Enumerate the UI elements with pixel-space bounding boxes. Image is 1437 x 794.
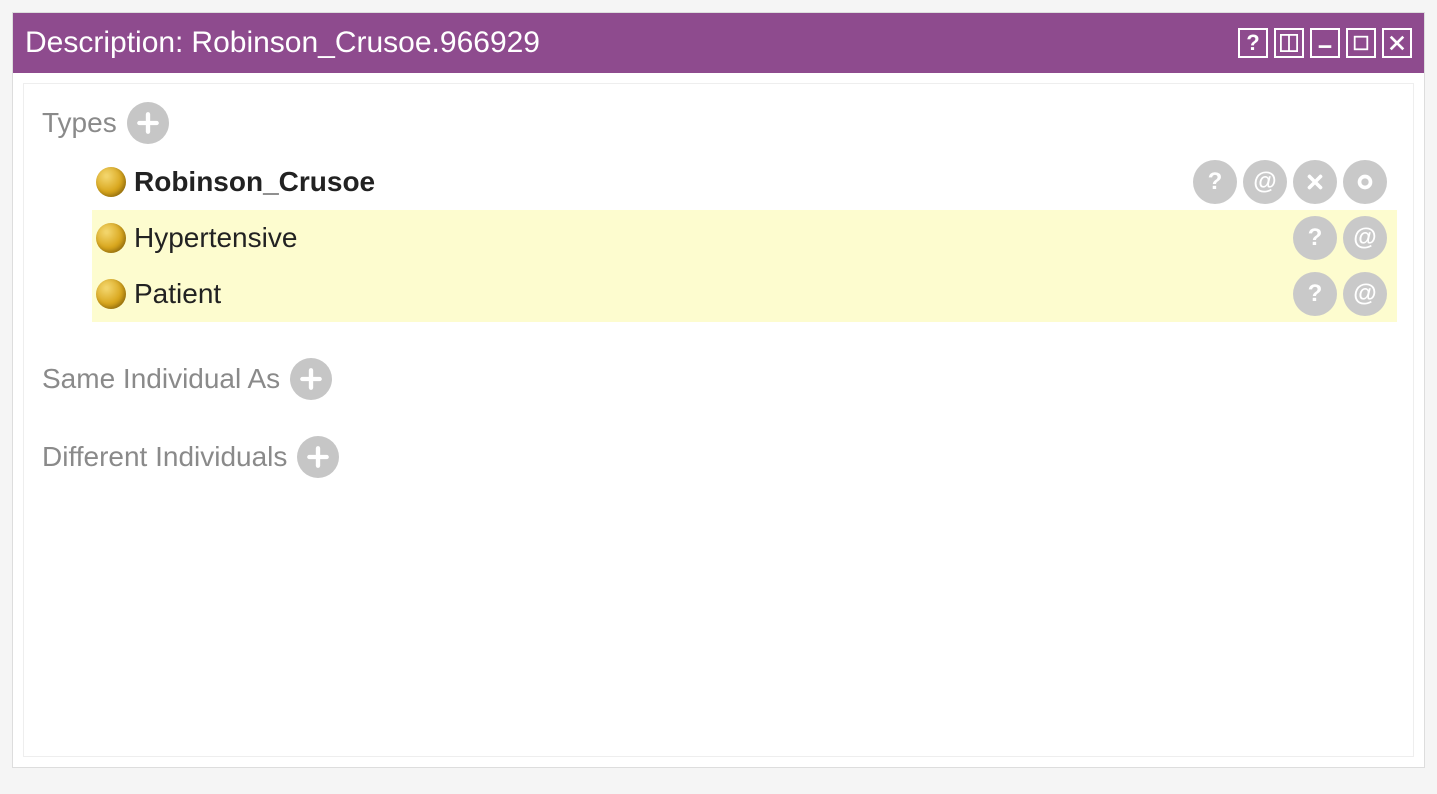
window-title: Description: Robinson_Crusoe.966929 bbox=[25, 26, 540, 60]
question-icon: ? bbox=[1246, 32, 1259, 54]
question-icon: ? bbox=[1308, 224, 1323, 252]
maximize-button[interactable] bbox=[1346, 28, 1376, 58]
split-icon bbox=[1280, 34, 1298, 52]
types-list: Robinson_Crusoe?@Hypertensive?@Patient?@ bbox=[92, 154, 1397, 322]
at-icon: @ bbox=[1353, 280, 1376, 308]
types-label: Types bbox=[42, 107, 117, 139]
annotations-button[interactable]: @ bbox=[1343, 216, 1387, 260]
same-individual-section-header: Same Individual As bbox=[42, 358, 1401, 400]
type-name: Robinson_Crusoe bbox=[134, 166, 375, 198]
description-panel: Description: Robinson_Crusoe.966929 ? bbox=[12, 12, 1425, 768]
window-controls: ? bbox=[1238, 28, 1412, 58]
at-icon: @ bbox=[1253, 168, 1276, 196]
x-icon bbox=[1304, 171, 1326, 193]
row-actions: ?@ bbox=[1293, 272, 1387, 316]
title-entity: Robinson_Crusoe.966929 bbox=[191, 26, 540, 60]
same-individual-label: Same Individual As bbox=[42, 363, 280, 395]
delete-button[interactable] bbox=[1293, 160, 1337, 204]
split-view-button[interactable] bbox=[1274, 28, 1304, 58]
class-icon bbox=[96, 279, 126, 309]
explain-button[interactable]: ? bbox=[1193, 160, 1237, 204]
row-actions: ?@ bbox=[1193, 160, 1387, 204]
content-area: Types Robinson_Crusoe?@Hypertensive?@Pat… bbox=[23, 83, 1414, 757]
explain-button[interactable]: ? bbox=[1293, 216, 1337, 260]
type-name: Patient bbox=[134, 278, 221, 310]
different-individuals-section-header: Different Individuals bbox=[42, 436, 1401, 478]
target-button[interactable] bbox=[1343, 160, 1387, 204]
close-button[interactable] bbox=[1382, 28, 1412, 58]
at-icon: @ bbox=[1353, 224, 1376, 252]
title-prefix: Description: bbox=[25, 26, 183, 60]
different-individuals-label: Different Individuals bbox=[42, 441, 287, 473]
add-different-individuals-button[interactable] bbox=[297, 436, 339, 478]
type-name: Hypertensive bbox=[134, 222, 297, 254]
type-row[interactable]: Patient?@ bbox=[92, 266, 1397, 322]
ring-icon bbox=[1354, 171, 1376, 193]
add-same-individual-button[interactable] bbox=[290, 358, 332, 400]
close-icon bbox=[1388, 34, 1406, 52]
class-icon bbox=[96, 223, 126, 253]
maximize-icon bbox=[1352, 34, 1370, 52]
explain-button[interactable]: ? bbox=[1293, 272, 1337, 316]
plus-icon bbox=[135, 110, 161, 136]
class-icon bbox=[96, 167, 126, 197]
titlebar: Description: Robinson_Crusoe.966929 ? bbox=[13, 13, 1424, 73]
type-row[interactable]: Robinson_Crusoe?@ bbox=[92, 154, 1397, 210]
add-type-button[interactable] bbox=[127, 102, 169, 144]
type-row[interactable]: Hypertensive?@ bbox=[92, 210, 1397, 266]
plus-icon bbox=[305, 444, 331, 470]
types-section-header: Types bbox=[42, 102, 1401, 144]
minimize-icon bbox=[1316, 34, 1334, 52]
plus-icon bbox=[298, 366, 324, 392]
question-icon: ? bbox=[1208, 168, 1223, 196]
type-entry[interactable]: Patient bbox=[96, 278, 221, 310]
annotations-button[interactable]: @ bbox=[1243, 160, 1287, 204]
help-button[interactable]: ? bbox=[1238, 28, 1268, 58]
minimize-button[interactable] bbox=[1310, 28, 1340, 58]
question-icon: ? bbox=[1308, 280, 1323, 308]
type-entry[interactable]: Robinson_Crusoe bbox=[96, 166, 375, 198]
annotations-button[interactable]: @ bbox=[1343, 272, 1387, 316]
row-actions: ?@ bbox=[1293, 216, 1387, 260]
type-entry[interactable]: Hypertensive bbox=[96, 222, 297, 254]
